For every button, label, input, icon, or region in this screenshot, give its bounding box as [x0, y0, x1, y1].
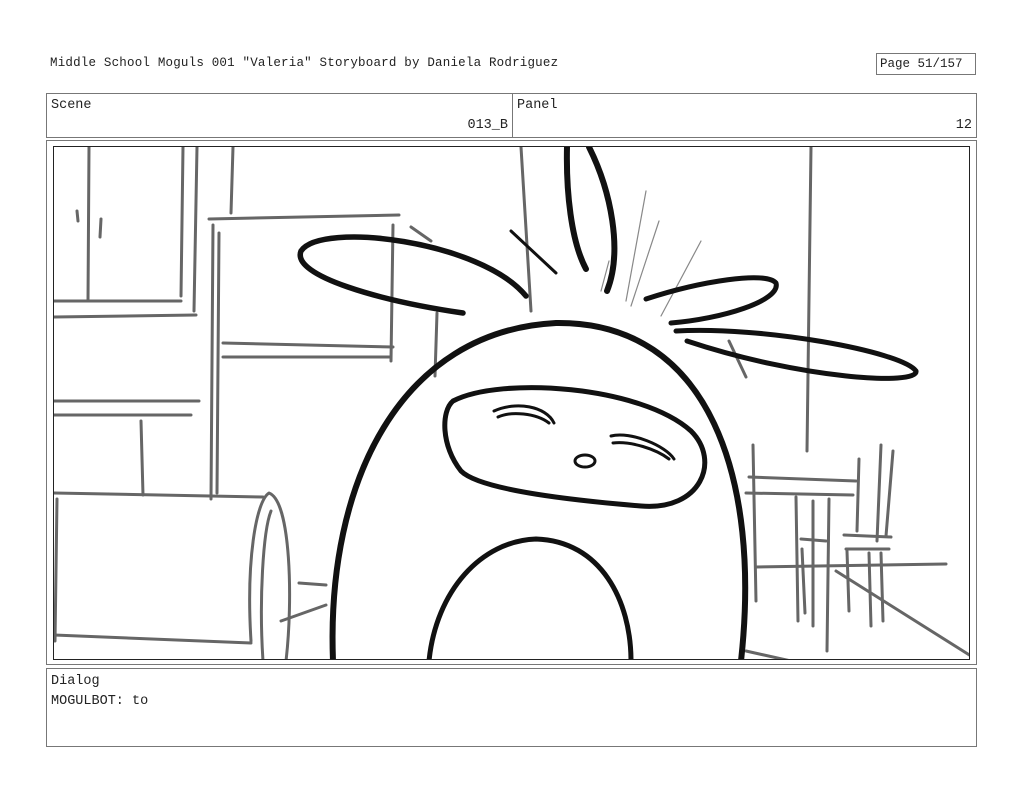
- storyboard-frame: [53, 146, 970, 660]
- scene-value: 013_B: [467, 118, 508, 133]
- page-number: Page 51/157: [876, 53, 976, 75]
- background-sketch: [54, 147, 969, 659]
- panel-value: 12: [955, 118, 972, 133]
- document-title: Middle School Moguls 001 "Valeria" Story…: [50, 56, 559, 70]
- scene-cell: Scene 013_B: [47, 94, 513, 137]
- scene-panel-row: Scene 013_B Panel 12: [46, 93, 977, 138]
- scene-label: Scene: [51, 98, 92, 113]
- dialog-box: Dialog MOGULBOT: to: [46, 668, 977, 747]
- storyboard-sketch: [54, 147, 969, 659]
- panel-label: Panel: [517, 98, 558, 113]
- dialog-text: MOGULBOT: to: [51, 694, 149, 709]
- panel-cell: Panel 12: [513, 94, 976, 137]
- dialog-label: Dialog: [51, 674, 100, 689]
